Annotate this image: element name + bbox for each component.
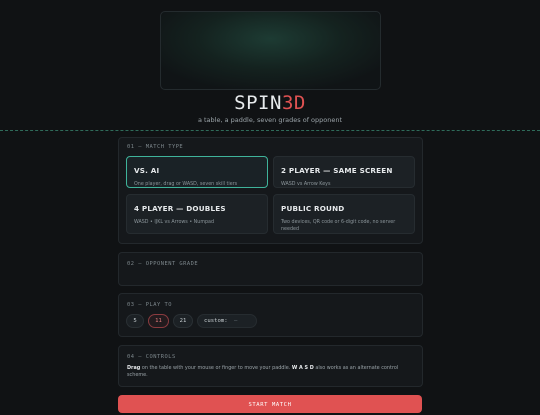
custom-score-input[interactable]: custom: – — [197, 314, 257, 328]
play-to-21[interactable]: 21 — [173, 314, 193, 328]
custom-label: custom: — [204, 318, 228, 324]
divider — [0, 130, 540, 131]
section-label: 04 — CONTROLS — [127, 354, 176, 360]
play-to-5[interactable]: 5 — [126, 314, 144, 328]
match-option-vs-ai[interactable]: VS. AI One player, drag or WASD, seven s… — [126, 156, 268, 188]
section-label: 03 — PLAY TO — [127, 302, 172, 308]
card-title: 2 PLAYER — SAME SCREEN — [281, 166, 393, 175]
card-desc: Two devices, QR code or 6-digit code, no… — [281, 220, 396, 232]
card-title: 4 PLAYER — DOUBLES — [134, 204, 226, 213]
section-label: 01 — MATCH TYPE — [127, 144, 184, 150]
card-title: PUBLIC ROUND — [281, 204, 345, 213]
game-preview — [160, 11, 381, 90]
drag-word: Drag — [127, 365, 141, 371]
match-option-2-player[interactable]: 2 PLAYER — SAME SCREEN WASD vs Arrow Key… — [273, 156, 415, 188]
card-desc: One player, drag or WASD, seven skill ti… — [134, 182, 238, 187]
match-option-public-round[interactable]: PUBLIC ROUND Two devices, QR code or 6-d… — [273, 194, 415, 234]
opponent-grade-section: 02 — OPPONENT GRADE — [118, 252, 423, 286]
card-desc: WASD vs Arrow Keys — [281, 182, 331, 187]
controls-text-1: on the table with your mouse or finger t… — [140, 365, 292, 371]
card-desc: WASD • IJKL vs Arrows • Numpad — [134, 220, 215, 225]
match-option-4-player[interactable]: 4 PLAYER — DOUBLES WASD • IJKL vs Arrows… — [126, 194, 268, 234]
card-title: VS. AI — [134, 166, 160, 175]
controls-description: Drag on the table with your mouse or fin… — [127, 365, 417, 379]
play-to-11[interactable]: 11 — [148, 314, 169, 328]
tagline: a table, a paddle, seven grades of oppon… — [197, 116, 343, 124]
match-type-section: 01 — MATCH TYPE VS. AI One player, drag … — [118, 137, 423, 244]
start-match-button[interactable]: START MATCH — [118, 395, 422, 413]
wasd-keys: W A S D — [291, 365, 314, 371]
logo-accent: 3D — [281, 92, 306, 114]
section-label: 02 — OPPONENT GRADE — [127, 261, 199, 267]
logo-main: SPIN — [234, 92, 282, 114]
custom-value: – — [234, 318, 238, 324]
app-logo: SPIN3D — [0, 92, 540, 114]
controls-section: 04 — CONTROLS Drag on the table with you… — [118, 345, 423, 387]
